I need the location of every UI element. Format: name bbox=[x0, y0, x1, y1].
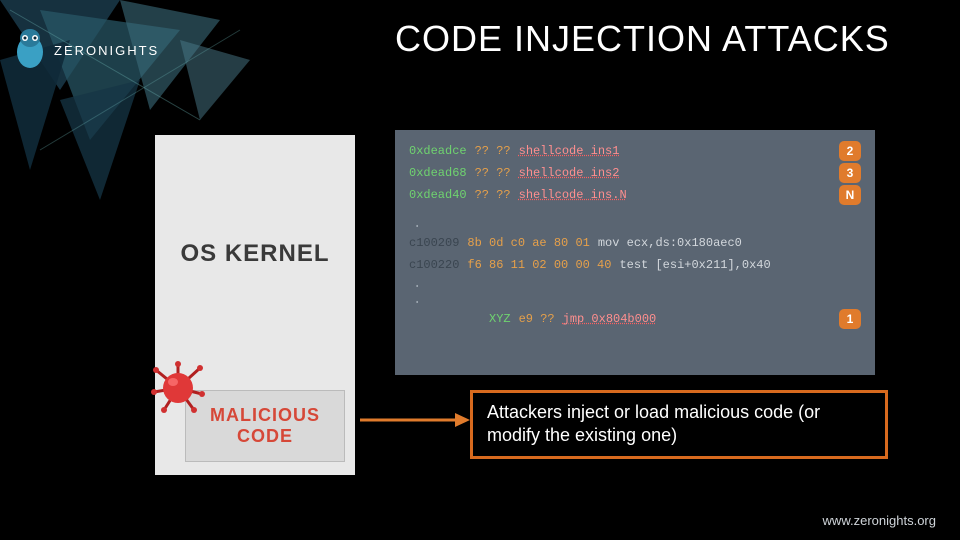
virus-icon bbox=[150, 360, 206, 416]
addr: c100209 bbox=[409, 236, 459, 250]
step-badge: 3 bbox=[839, 163, 861, 183]
malicious-code-card: MALICIOUS CODE bbox=[185, 390, 345, 462]
asm: shellcode ins2 bbox=[519, 166, 620, 180]
malicious-label-line1: MALICIOUS bbox=[210, 405, 320, 426]
bytes: f6 86 11 02 00 00 40 bbox=[467, 258, 611, 272]
callout-box: Attackers inject or load malicious code … bbox=[470, 390, 888, 459]
disassembly-panel: 0xdeadce ?? ?? shellcode ins1 2 0xdead68… bbox=[395, 130, 875, 375]
asm: jmp 0x804b000 bbox=[563, 312, 657, 326]
malicious-label-line2: CODE bbox=[237, 426, 293, 447]
asm: mov ecx,ds:0x180aec0 bbox=[598, 236, 742, 250]
addr: 0xdead68 bbox=[409, 166, 467, 180]
bytes: 8b 0d c0 ae 80 01 bbox=[467, 236, 589, 250]
brand-logo: ZERONIGHTS bbox=[12, 28, 159, 72]
asm: test [esi+0x211],0x40 bbox=[619, 258, 770, 272]
footer-url: www.zeronights.org bbox=[823, 513, 936, 528]
owl-icon bbox=[12, 28, 48, 72]
arrow-icon bbox=[360, 410, 470, 430]
addr: 0xdeadce bbox=[409, 144, 467, 158]
code-row: 0xdead40 ?? ?? shellcode ins.N N bbox=[409, 184, 861, 206]
brand-name: ZERONIGHTS bbox=[54, 43, 159, 58]
addr: XYZ bbox=[489, 312, 511, 326]
step-badge: 2 bbox=[839, 141, 861, 161]
bytes: ?? ?? bbox=[475, 144, 511, 158]
os-kernel-label: OS KERNEL bbox=[180, 240, 329, 268]
code-row: XYZ e9 ?? jmp 0x804b000 1 bbox=[409, 308, 861, 330]
bytes: ?? ?? bbox=[475, 188, 511, 202]
code-row: 0xdeadce ?? ?? shellcode ins1 2 bbox=[409, 140, 861, 162]
slide-title: CODE INJECTION ATTACKS bbox=[395, 18, 890, 60]
step-badge: 1 bbox=[839, 309, 861, 329]
bytes: e9 ?? bbox=[519, 312, 555, 326]
asm: shellcode ins1 bbox=[519, 144, 620, 158]
step-badge: N bbox=[839, 185, 861, 205]
addr: 0xdead40 bbox=[409, 188, 467, 202]
ellipsis: . bbox=[409, 292, 861, 308]
bytes: ?? ?? bbox=[475, 166, 511, 180]
code-row: c100220 f6 86 11 02 00 00 40 test [esi+0… bbox=[409, 254, 861, 276]
code-row: 0xdead68 ?? ?? shellcode ins2 3 bbox=[409, 162, 861, 184]
code-row: c100209 8b 0d c0 ae 80 01 mov ecx,ds:0x1… bbox=[409, 232, 861, 254]
addr: c100220 bbox=[409, 258, 459, 272]
asm: shellcode ins.N bbox=[519, 188, 627, 202]
ellipsis: . bbox=[409, 276, 861, 292]
ellipsis: . bbox=[409, 216, 861, 232]
